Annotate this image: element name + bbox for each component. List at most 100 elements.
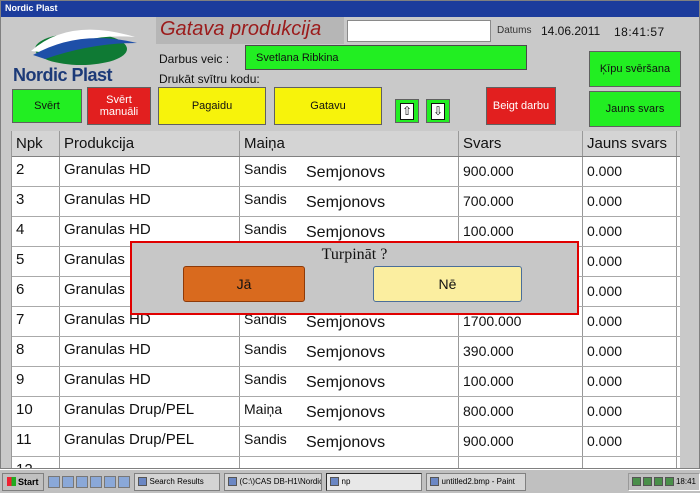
cell-product: Granulas HD xyxy=(60,157,240,186)
cell-npk: 12 xyxy=(12,457,60,468)
table-row[interactable]: 3 Granulas HD Sandis Semjonovs 700.000 0.000 xyxy=(12,187,680,217)
cell-npk: 8 xyxy=(12,337,60,366)
cell-npk: 10 xyxy=(12,397,60,426)
down-arrow-button[interactable]: ⇩ xyxy=(426,99,450,123)
time-value: 18:41:57 xyxy=(614,25,665,39)
chrome-icon[interactable] xyxy=(103,475,116,488)
task-label: np xyxy=(341,477,351,486)
cell-shift: Maiņa Semjonovs xyxy=(240,397,459,426)
explorer-icon[interactable] xyxy=(75,475,88,488)
cell-shift: Sandis Semjonovs xyxy=(240,157,459,186)
worker-field[interactable]: Svetlana Ribkina xyxy=(245,45,527,70)
table-row[interactable]: 8 Granulas HD Sandis Semjonovs 390.000 0.000 xyxy=(12,337,680,367)
cell-npk: 11 xyxy=(12,427,60,456)
col-header-weight: Svars xyxy=(459,131,583,156)
cell-new-weight xyxy=(583,457,677,468)
end-work-button[interactable]: Beigt darbu xyxy=(486,87,556,125)
weigh-button[interactable]: Svērt xyxy=(12,89,82,123)
search-icon xyxy=(137,477,147,486)
yahoo-icon[interactable] xyxy=(89,475,102,488)
cell-product xyxy=(60,457,240,468)
cell-new-weight: 0.000 xyxy=(583,367,677,396)
quick-launch xyxy=(47,475,130,488)
cell-new-weight: 0.000 xyxy=(583,397,677,426)
app-window: Nordic Plast Nordic Plast Gatava produkc… xyxy=(0,0,700,469)
confirm-dialog: Turpināt ? Jā Nē xyxy=(130,241,579,315)
shift-first-name: Sandis xyxy=(244,371,287,387)
dialog-question: Turpināt ? xyxy=(321,246,388,263)
browser-icon[interactable] xyxy=(61,475,74,488)
cell-weight: 390.000 xyxy=(459,337,583,366)
paint-icon xyxy=(429,477,439,486)
tray-icon[interactable] xyxy=(664,477,674,486)
worker-label: Darbus veic : xyxy=(159,52,230,66)
desktop-icon[interactable] xyxy=(47,475,60,488)
shift-last-name: Semjonovs xyxy=(306,374,386,391)
nordic-plast-logo: Nordic Plast xyxy=(9,21,155,89)
cell-product: Granulas HD xyxy=(60,367,240,396)
table-row[interactable]: 12 xyxy=(12,457,680,468)
table-row[interactable]: 10 Granulas Drup/PEL Maiņa Semjonovs 800.000… xyxy=(12,397,680,427)
cell-shift: Sandis Semjonovs xyxy=(240,337,459,366)
task-label: (C:\)CAS DB-H1\Nordic... xyxy=(239,477,322,486)
taskbar: Start Search Results (C:\)CAS DB-H1\Nord… xyxy=(0,469,700,493)
weigh-manual-button[interactable]: Svērt manuāli xyxy=(87,87,151,125)
start-button[interactable]: Start xyxy=(2,472,44,491)
up-arrow-button[interactable]: ⇧ xyxy=(395,99,419,123)
cell-weight: 700.000 xyxy=(459,187,583,216)
col-header-shift: Maiņa xyxy=(240,131,459,156)
cell-npk: 3 xyxy=(12,187,60,216)
shift-first-name: Sandis xyxy=(244,341,287,357)
bale-weighing-button[interactable]: Ķīpu svēršana xyxy=(589,51,681,87)
tray-icon[interactable] xyxy=(653,477,663,486)
task-explorer[interactable]: (C:\)CAS DB-H1\Nordic... xyxy=(223,472,322,491)
print-barcode-label: Drukāt svītru kodu: xyxy=(159,72,260,86)
task-label: Search Results xyxy=(149,477,204,486)
table-header: Npk Produkcija Maiņa Svars Jauns svars xyxy=(12,131,680,157)
cell-new-weight: 0.000 xyxy=(583,337,677,366)
cell-weight: 900.000 xyxy=(459,427,583,456)
cell-npk: 4 xyxy=(12,217,60,246)
date-label: Datums xyxy=(497,25,532,36)
cell-npk: 5 xyxy=(12,247,60,276)
shift-last-name: Semjonovs xyxy=(306,344,386,361)
shift-last-name: Semjonovs xyxy=(306,434,386,451)
cell-new-weight: 0.000 xyxy=(583,247,677,276)
arrow-up-icon: ⇧ xyxy=(400,102,414,120)
tray-clock: 18:41 xyxy=(675,477,696,486)
task-search-results[interactable]: Search Results xyxy=(133,472,220,491)
no-button[interactable]: Nē xyxy=(373,266,522,302)
cell-shift: Sandis Semjonovs xyxy=(240,187,459,216)
task-np[interactable]: np xyxy=(325,472,422,491)
cell-new-weight: 0.000 xyxy=(583,277,677,306)
new-weight-button[interactable]: Jauns svars xyxy=(589,91,681,127)
yes-button[interactable]: Jā xyxy=(183,266,305,302)
firefox-icon[interactable] xyxy=(117,475,130,488)
cell-new-weight: 0.000 xyxy=(583,157,677,186)
shift-first-name: Sandis xyxy=(244,191,287,207)
shift-last-name: Semjonovs xyxy=(306,224,386,241)
logo-swoosh-icon xyxy=(31,29,137,65)
print-finished-button[interactable]: Gatavu xyxy=(274,87,382,125)
table-row[interactable]: 11 Granulas Drup/PEL Sandis Semjonovs 900.00… xyxy=(12,427,680,457)
task-paint[interactable]: untitled2.bmp - Paint xyxy=(425,472,526,491)
shift-last-name: Semjonovs xyxy=(306,164,386,181)
cell-npk: 2 xyxy=(12,157,60,186)
col-header-product: Produkcija xyxy=(60,131,240,156)
table-row[interactable]: 2 Granulas HD Sandis Semjonovs 900.000 0.000 xyxy=(12,157,680,187)
tray-icon[interactable] xyxy=(642,477,652,486)
arrow-down-icon: ⇩ xyxy=(431,102,445,120)
page-title: Gatava produkcija xyxy=(156,17,344,44)
cell-weight: 100.000 xyxy=(459,367,583,396)
shift-first-name: Sandis xyxy=(244,221,287,237)
shift-first-name: Maiņa xyxy=(244,401,283,417)
cell-product: Granulas Drup/PEL xyxy=(60,397,240,426)
system-tray: 18:41 xyxy=(627,472,700,491)
tray-icon[interactable] xyxy=(631,477,641,486)
shift-first-name: Sandis xyxy=(244,431,287,447)
cell-shift: Sandis Semjonovs xyxy=(240,367,459,396)
col-header-npk: Npk xyxy=(12,131,60,156)
task-label: untitled2.bmp - Paint xyxy=(441,477,515,486)
table-row[interactable]: 9 Granulas HD Sandis Semjonovs 100.000 0.000 xyxy=(12,367,680,397)
print-partial-button[interactable]: Pagaidu xyxy=(158,87,266,125)
